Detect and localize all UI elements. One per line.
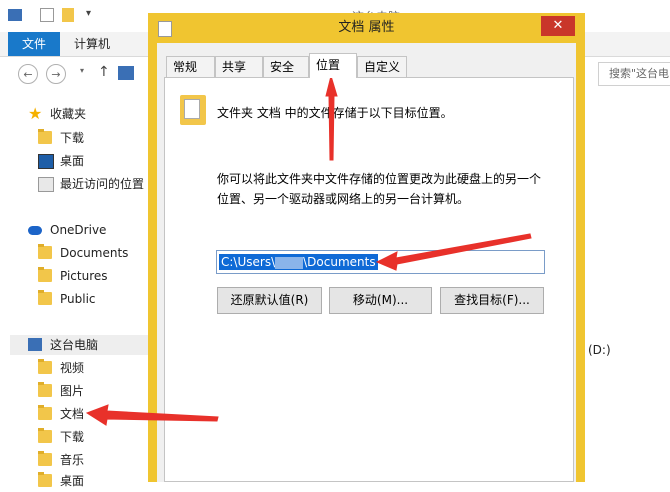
tab-sharing[interactable]: 共享 bbox=[215, 56, 263, 77]
nav-label: 收藏夹 bbox=[50, 107, 87, 121]
recent-places-icon bbox=[38, 177, 54, 192]
move-button[interactable]: 移动(M)... bbox=[329, 287, 432, 314]
nav-downloads[interactable]: 下载 bbox=[0, 127, 150, 149]
nav-pictures[interactable]: Pictures bbox=[0, 265, 150, 287]
dialog-title: 文档 属性 bbox=[338, 20, 395, 35]
nav-music[interactable]: 音乐 bbox=[0, 449, 150, 471]
tab-security[interactable]: 安全 bbox=[263, 56, 309, 77]
restore-default-button[interactable]: 还原默认值(R) bbox=[217, 287, 322, 314]
forward-icon[interactable]: → bbox=[46, 64, 66, 84]
nav-label: 这台电脑 bbox=[50, 338, 99, 352]
location-description: 文件夹 文档 中的文件存储于以下目标位置。 bbox=[217, 106, 453, 120]
desktop-icon bbox=[38, 154, 54, 169]
location-tab-panel bbox=[164, 77, 574, 482]
nav-recent[interactable]: 最近访问的位置 bbox=[0, 173, 150, 195]
ribbon-tab-file[interactable]: 文件 bbox=[8, 32, 61, 56]
tab-location[interactable]: 位置 bbox=[309, 53, 357, 78]
properties-icon[interactable] bbox=[40, 8, 54, 22]
nav-docs[interactable]: 文档 bbox=[0, 403, 150, 425]
nav-onedrive[interactable]: OneDrive bbox=[0, 219, 150, 241]
back-icon[interactable]: ← bbox=[18, 64, 38, 84]
nav-documents[interactable]: Documents bbox=[0, 242, 150, 264]
folder-icon bbox=[38, 472, 52, 487]
nav-label: 下载 bbox=[60, 430, 85, 444]
folder-icon bbox=[38, 267, 52, 282]
computer-icon bbox=[118, 66, 134, 80]
folder-icon bbox=[38, 359, 52, 374]
folder-icon bbox=[38, 290, 52, 305]
folder-icon bbox=[38, 382, 52, 397]
chevron-down-icon[interactable]: ▾ bbox=[80, 66, 84, 75]
nav-label: 文档 bbox=[60, 407, 85, 421]
nav-desktop[interactable]: 桌面 bbox=[0, 150, 150, 172]
nav-label: 桌面 bbox=[60, 474, 85, 488]
folder-icon bbox=[38, 428, 52, 443]
folder-icon bbox=[38, 129, 52, 144]
close-button[interactable]: ✕ bbox=[541, 16, 575, 36]
path-start: C:\Users\ bbox=[221, 255, 276, 269]
nav-label: OneDrive bbox=[50, 223, 107, 237]
nav-downloads-2[interactable]: 下载 bbox=[0, 426, 150, 448]
move-description: 你可以将此文件夹中文件存储的位置更改为此硬盘上的另一个位置、另一个驱动器或网络上… bbox=[217, 172, 542, 206]
nav-this-pc[interactable]: 这台电脑 bbox=[0, 334, 150, 356]
cloud-icon bbox=[28, 226, 42, 235]
tab-customize[interactable]: 自定义 bbox=[357, 56, 407, 77]
path-end: \Documents bbox=[303, 255, 376, 269]
nav-label: 下载 bbox=[60, 131, 85, 145]
nav-label: 桌面 bbox=[60, 154, 85, 168]
drive-label[interactable]: (D:) bbox=[588, 343, 611, 357]
nav-public[interactable]: Public bbox=[0, 288, 150, 310]
nav-desktop-2[interactable]: 桌面 bbox=[0, 470, 150, 492]
nav-label: 最近访问的位置 bbox=[60, 177, 145, 191]
path-selection: C:\Users\ \Documents bbox=[219, 254, 378, 270]
new-folder-icon[interactable] bbox=[62, 8, 74, 22]
nav-label: Public bbox=[60, 292, 96, 306]
nav-label: 音乐 bbox=[60, 453, 85, 467]
tab-general[interactable]: 常规 bbox=[166, 56, 215, 77]
folder-icon bbox=[180, 95, 206, 125]
redacted-username bbox=[275, 256, 304, 269]
folder-icon bbox=[38, 244, 52, 259]
computer-icon bbox=[8, 9, 22, 21]
path-input[interactable]: C:\Users\ \Documents bbox=[216, 250, 545, 274]
folder-icon bbox=[38, 451, 52, 466]
nav-label: Pictures bbox=[60, 269, 108, 283]
folder-icon bbox=[38, 405, 52, 420]
nav-images[interactable]: 图片 bbox=[0, 380, 150, 402]
find-target-button[interactable]: 查找目标(F)... bbox=[440, 287, 544, 314]
nav-label: 视频 bbox=[60, 361, 85, 375]
up-icon[interactable]: ↑ bbox=[98, 64, 110, 80]
ribbon-tab-computer[interactable]: 计算机 bbox=[62, 32, 122, 56]
search-input[interactable]: 搜索"这台电 bbox=[598, 62, 670, 86]
nav-videos[interactable]: 视频 bbox=[0, 357, 150, 379]
nav-label: Documents bbox=[60, 246, 129, 260]
nav-favorites[interactable]: ★ 收藏夹 bbox=[0, 103, 150, 125]
computer-icon bbox=[28, 338, 42, 351]
chevron-down-icon[interactable]: ▾ bbox=[86, 8, 91, 19]
nav-label: 图片 bbox=[60, 384, 85, 398]
star-icon: ★ bbox=[28, 104, 43, 123]
